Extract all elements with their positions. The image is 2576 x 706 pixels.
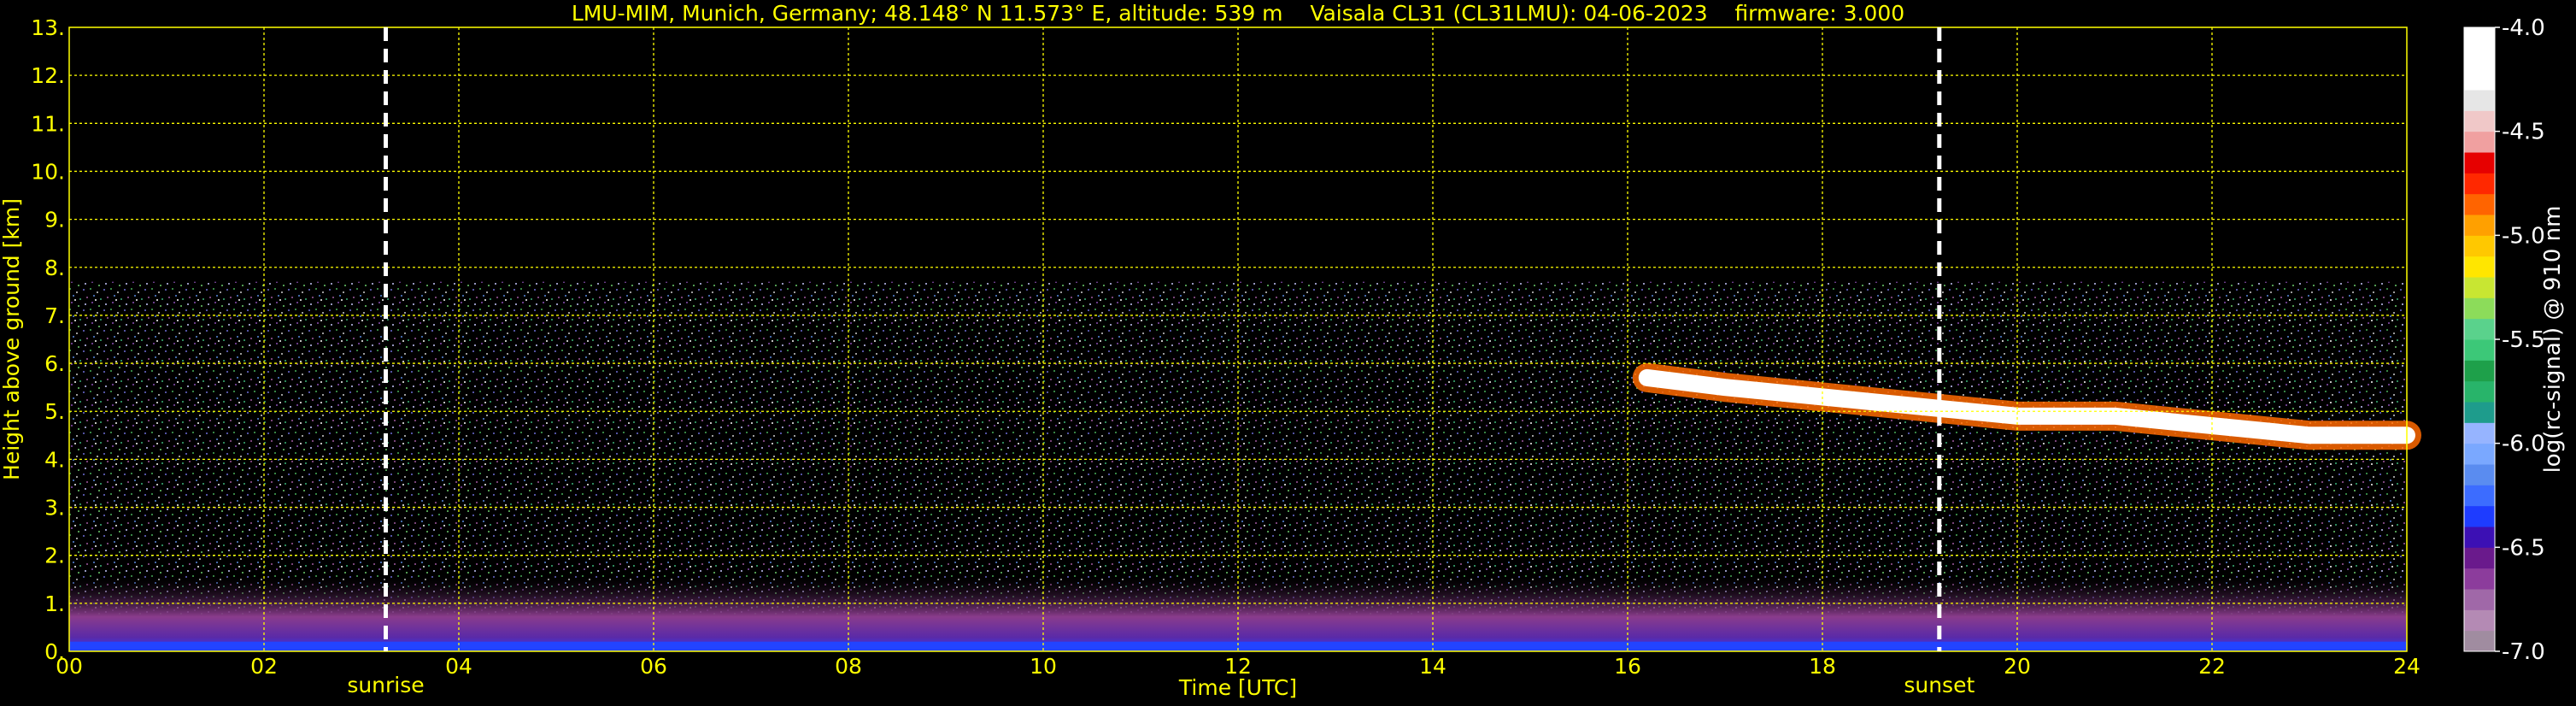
y-tick-label: 13.	[31, 15, 65, 40]
colorbar-segment	[2464, 422, 2495, 444]
x-tick-label: 18	[1809, 654, 1836, 679]
x-tick-label: 04	[445, 654, 472, 679]
colorbar-tick-label: -4.5	[2502, 120, 2545, 145]
ceilometer-chart: sunrise sunset 0.1.2.3.4.5.6.7.8.9.10.11.…	[0, 1, 2566, 700]
colorbar-tick-label: -6.5	[2502, 535, 2545, 561]
colorbar-segment	[2464, 547, 2495, 569]
colorbar-segment	[2464, 527, 2495, 548]
x-tick-label: 24	[2393, 654, 2421, 679]
colorbar-segment	[2464, 256, 2495, 278]
colorbar-segment	[2464, 173, 2495, 195]
colorbar-segment	[2464, 193, 2495, 215]
colorbar-segment	[2464, 131, 2495, 153]
colorbar-segment	[2464, 48, 2495, 70]
y-tick-label: 11.	[31, 111, 65, 136]
y-tick-label: 9.	[44, 208, 65, 232]
colorbar-segment	[2464, 27, 2495, 49]
x-tick-label: 10	[1030, 654, 1057, 679]
colorbar-tick-label: -4.0	[2502, 15, 2545, 41]
colorbar-segment	[2464, 235, 2495, 257]
y-tick-labels: 0.1.2.3.4.5.6.7.8.9.10.11.12.13.	[31, 15, 65, 664]
colorbar-segment	[2464, 297, 2495, 320]
y-tick-label: 2.	[44, 544, 65, 568]
colorbar-segment	[2464, 152, 2495, 174]
y-tick-label: 5.	[44, 399, 65, 424]
cloud-point	[1916, 402, 1924, 411]
x-tick-label: 00	[56, 654, 83, 679]
colorbar-segment	[2464, 339, 2495, 361]
colorbar-segment	[2464, 443, 2495, 465]
y-tick-label: 1.	[44, 591, 65, 616]
colorbar-tick-label: -5.5	[2502, 327, 2545, 353]
cloud-point	[2110, 411, 2119, 421]
colorbar-tick-labels: -4.0 -4.5 -5.0 -5.5 -6.0 -6.5 -7.0	[2495, 15, 2545, 665]
y-tick-label: 7.	[44, 303, 65, 328]
colorbar-segment	[2464, 380, 2495, 403]
colorbar-segment	[2464, 464, 2495, 485]
colorbar-segment	[2464, 630, 2495, 652]
x-tick-label: 08	[835, 654, 862, 679]
colorbar	[2463, 26, 2496, 652]
y-tick-label: 8.	[44, 256, 65, 280]
x-tick-label: 20	[2004, 654, 2031, 679]
colorbar-label: log(rc-signal) @ 910 nm	[2540, 206, 2566, 474]
cloud-point	[1642, 373, 1652, 382]
cloud-point	[1721, 383, 1729, 392]
colorbar-segment	[2464, 485, 2495, 507]
colorbar-tick-label: -6.0	[2502, 432, 2545, 457]
y-tick-label: 3.	[44, 496, 65, 521]
colorbar-segment	[2464, 609, 2495, 632]
y-tick-label: 6.	[44, 351, 65, 376]
x-tick-label: 14	[1419, 654, 1446, 679]
y-tick-label: 4.	[44, 447, 65, 472]
colorbar-segment	[2464, 589, 2495, 610]
colorbar-segment	[2464, 110, 2495, 132]
colorbar-segment	[2464, 402, 2495, 423]
colorbar-segment	[2464, 505, 2495, 527]
y-tick-label: 10.	[31, 159, 65, 184]
colorbar-segment	[2464, 360, 2495, 382]
cloud-point	[2305, 431, 2314, 440]
x-tick-label: 16	[1614, 654, 1641, 679]
y-axis-label: Height above ground [km]	[0, 198, 24, 480]
x-axis-label: Time [UTC]	[1178, 675, 1297, 700]
colorbar-segment	[2464, 277, 2495, 298]
y-tick-label: 12.	[31, 63, 65, 88]
colorbar-segment	[2464, 568, 2495, 590]
colorbar-tick-label: -5.0	[2502, 223, 2545, 249]
x-tick-label: 02	[250, 654, 278, 679]
x-tick-label: 06	[640, 654, 667, 679]
marker-sunset-label: sunset	[1904, 673, 1975, 697]
marker-sunrise-label: sunrise	[347, 673, 424, 697]
colorbar-segment	[2464, 318, 2495, 340]
x-tick-label: 22	[2198, 654, 2226, 679]
colorbar-tick-label: -7.0	[2502, 639, 2545, 665]
colorbar-segment	[2464, 90, 2495, 111]
colorbar-segment	[2464, 68, 2495, 91]
chart-title: LMU-MIM, Munich, Germany; 48.148° N 11.5…	[572, 1, 1904, 26]
colorbar-segment	[2464, 215, 2495, 236]
